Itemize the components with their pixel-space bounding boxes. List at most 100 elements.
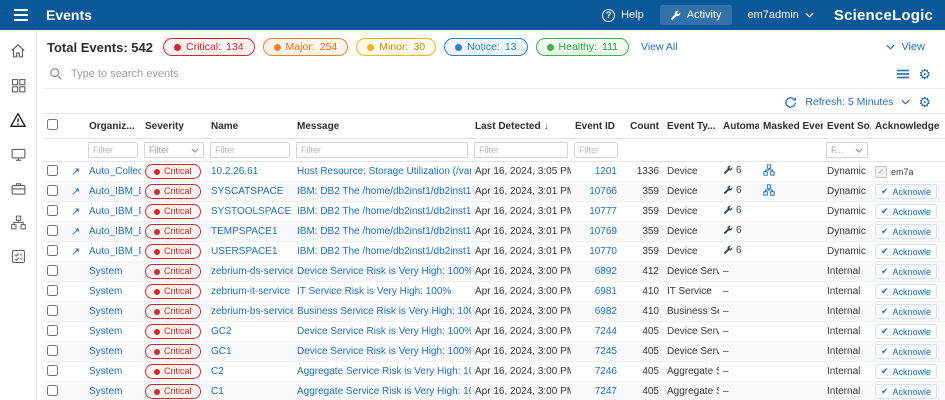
column-header-organization[interactable]: Organiz...	[85, 114, 141, 139]
acknowledge-button[interactable]: ✔Acknowle	[875, 324, 937, 339]
organization-link[interactable]: System	[89, 266, 122, 277]
column-header-severity[interactable]: Severity	[141, 114, 207, 139]
select-all-checkbox[interactable]	[47, 119, 58, 130]
name-filter-input[interactable]	[210, 142, 290, 158]
critical-filter-pill[interactable]: Critical:134	[163, 38, 255, 56]
row-checkbox[interactable]	[47, 305, 58, 316]
event-message-link[interactable]: Device Service Risk is Very High: 100%	[297, 266, 471, 277]
event-id-link[interactable]: 7245	[595, 346, 617, 357]
event-name-link[interactable]: TEMPSPACE1	[211, 226, 278, 237]
jump-to-event-icon[interactable]: ↗	[71, 186, 80, 198]
event-id-link[interactable]: 7244	[595, 326, 617, 337]
event-id-link[interactable]: 1201	[595, 166, 617, 177]
automation-wrench-icon[interactable]	[723, 205, 733, 215]
acknowledge-button[interactable]: ✔Acknowle	[875, 204, 937, 219]
organization-filter-input[interactable]	[88, 142, 138, 158]
jump-to-event-icon[interactable]: ↗	[71, 166, 80, 178]
acknowledge-button[interactable]: ✔Acknowle	[875, 364, 937, 379]
sidebar-item-home[interactable]	[9, 42, 27, 60]
search-input[interactable]	[71, 68, 882, 80]
acknowledge-button[interactable]: ✔Acknowle	[875, 284, 937, 299]
event-id-link[interactable]: 7247	[595, 386, 617, 397]
event-message-link[interactable]: IBM: DB2 The /home/db2inst1/db2inst1/N(	[297, 186, 471, 197]
sidebar-item-tickets[interactable]	[10, 248, 27, 265]
organization-link[interactable]: System	[89, 326, 122, 337]
sort-desc-icon[interactable]: ↓	[544, 121, 549, 132]
organization-link[interactable]: Auto_IBM_D	[89, 246, 141, 257]
event-message-link[interactable]: Host Resource: Storage Utilization (/var…	[297, 166, 471, 177]
row-checkbox[interactable]	[47, 365, 58, 376]
column-header-event_source[interactable]: Event So...	[823, 114, 871, 139]
column-header-masked[interactable]: Masked Events	[759, 114, 823, 139]
column-header-count[interactable]: Count	[621, 114, 663, 139]
refresh-settings-gear-icon[interactable]: ⚙	[918, 95, 931, 109]
column-header-last_detected[interactable]: Last Detected↓	[471, 114, 571, 139]
row-checkbox[interactable]	[47, 385, 58, 396]
row-checkbox[interactable]	[47, 325, 58, 336]
view-dropdown[interactable]: View	[886, 41, 931, 53]
acknowledge-button[interactable]: ✔Acknowle	[875, 304, 937, 319]
event-name-link[interactable]: zebrium-ds-service	[211, 266, 293, 277]
row-checkbox[interactable]	[47, 245, 58, 256]
column-header-message[interactable]: Message	[293, 114, 471, 139]
sidebar-item-dashboards[interactable]	[10, 77, 27, 94]
event-message-link[interactable]: IBM: DB2 The /home/db2inst1/db2inst1/N(	[297, 206, 471, 217]
event-message-link[interactable]: IBM: DB2 The /home/db2inst1/db2inst1/N(	[297, 226, 471, 237]
event-id-link[interactable]: 7246	[595, 366, 617, 377]
row-checkbox[interactable]	[47, 165, 58, 176]
message-filter-input[interactable]	[296, 142, 468, 158]
column-header-acknowledge[interactable]: Acknowledge	[871, 114, 945, 139]
event-name-link[interactable]: C2	[211, 366, 224, 377]
sidebar-item-events[interactable]	[9, 111, 27, 129]
view-all-link[interactable]: View All	[641, 41, 678, 53]
user-menu[interactable]: em7admin	[748, 9, 814, 21]
chevron-down-icon[interactable]	[901, 99, 910, 105]
organization-link[interactable]: Auto_IBM_D	[89, 226, 141, 237]
jump-to-event-icon[interactable]: ↗	[71, 206, 80, 218]
last_detected-filter-input[interactable]	[474, 142, 568, 158]
refresh-icon[interactable]	[784, 96, 797, 109]
event-id-link[interactable]: 6981	[595, 286, 617, 297]
column-header-name[interactable]: Name	[207, 114, 293, 139]
event_id-filter-input[interactable]	[574, 142, 618, 158]
event-message-link[interactable]: Aggregate Service Risk is Very High: 100…	[297, 366, 471, 377]
hamburger-menu-icon[interactable]	[12, 7, 30, 23]
row-checkbox[interactable]	[47, 265, 58, 276]
column-header-event_id[interactable]: Event ID	[571, 114, 621, 139]
healthy-filter-pill[interactable]: Healthy:111	[536, 38, 630, 56]
row-checkbox[interactable]	[47, 225, 58, 236]
major-filter-pill[interactable]: Major:254	[263, 38, 349, 56]
event-name-link[interactable]: GC2	[211, 326, 232, 337]
automation-wrench-icon[interactable]	[723, 225, 733, 235]
event-id-link[interactable]: 6892	[595, 266, 617, 277]
event-name-link[interactable]: zebrium-it-service	[211, 286, 290, 297]
event-message-link[interactable]: Device Service Risk is Very High: 100%	[297, 326, 471, 337]
event-name-link[interactable]: USERSPACE1	[211, 246, 278, 257]
help-button[interactable]: ? Help	[602, 9, 644, 22]
organization-link[interactable]: Auto_Collec	[89, 166, 141, 177]
row-checkbox[interactable]	[47, 205, 58, 216]
event-id-link[interactable]: 10766	[589, 186, 617, 197]
refresh-interval-label[interactable]: Refresh: 5 Minutes	[805, 96, 893, 108]
acknowledge-button[interactable]: ✔Acknowle	[875, 244, 937, 259]
event-name-link[interactable]: 10.2.26.61	[211, 166, 258, 177]
acknowledge-button[interactable]: ✔Acknowle	[875, 384, 937, 399]
jump-to-event-icon[interactable]: ↗	[71, 246, 80, 258]
organization-link[interactable]: Auto_IBM_D	[89, 206, 141, 217]
automation-wrench-icon[interactable]	[723, 165, 733, 175]
sidebar-item-devices[interactable]	[10, 146, 27, 163]
event-id-link[interactable]: 10769	[589, 226, 617, 237]
row-checkbox[interactable]	[47, 345, 58, 356]
acknowledge-button[interactable]: ✔Acknowle	[875, 224, 937, 239]
event-message-link[interactable]: Aggregate Service Risk is Very High: 100…	[297, 386, 471, 397]
event-message-link[interactable]: Business Service Risk is Very High: 100%	[297, 306, 471, 317]
acknowledge-button[interactable]: ✔Acknowle	[875, 184, 937, 199]
row-checkbox[interactable]	[47, 285, 58, 296]
activity-button[interactable]: Activity	[660, 5, 732, 25]
organization-link[interactable]: System	[89, 306, 122, 317]
list-view-icon[interactable]	[896, 67, 910, 81]
event-id-link[interactable]: 10770	[589, 246, 617, 257]
grid-settings-gear-icon[interactable]: ⚙	[918, 67, 931, 81]
organization-link[interactable]: System	[89, 346, 122, 357]
organization-link[interactable]: System	[89, 286, 122, 297]
